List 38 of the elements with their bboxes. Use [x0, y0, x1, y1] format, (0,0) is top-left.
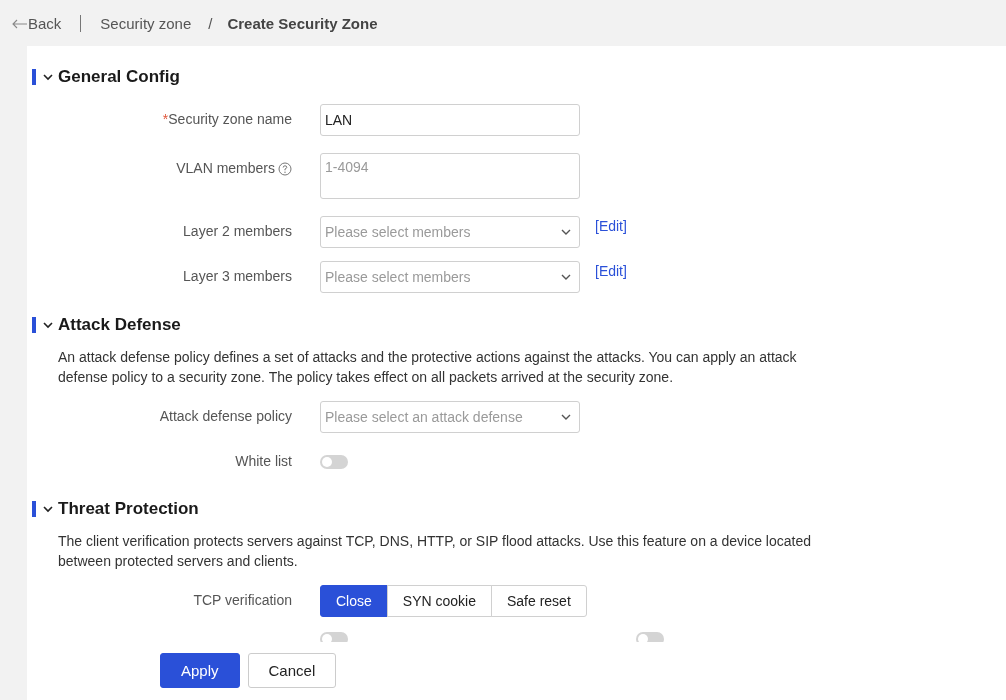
toggle-switch[interactable] — [320, 632, 348, 642]
chevron-icon[interactable] — [43, 505, 53, 513]
breadcrumb-link[interactable]: Security zone — [100, 15, 192, 32]
field-label: TCP verification — [193, 591, 292, 610]
text-area[interactable]: 1-4094 — [320, 153, 580, 199]
segment-tab[interactable]: Safe reset — [490, 585, 587, 617]
text-field[interactable]: LAN — [320, 104, 580, 136]
chevron-down-icon — [561, 414, 571, 420]
toggle-switch[interactable] — [636, 632, 664, 642]
breadcrumb-separator: / — [208, 15, 213, 32]
chevron-down-icon — [561, 274, 571, 280]
edit-link[interactable]: [Edit] — [595, 261, 1006, 281]
section-title: Threat Protection — [58, 499, 199, 519]
edit-link[interactable]: [Edit] — [595, 216, 1006, 236]
section-description: An attack defense policy defines a set of attacks and the protective actions against the attacks. You can apply an attack defense policy to a security zone. The policy takes effect on all packets arrived at the security zone. — [58, 348, 798, 387]
back-link[interactable]: Back — [12, 15, 62, 32]
section-description: The client verification protects servers against TCP, DNS, HTTP, or SIP flood attacks. Use this feature on a device located between protected servers and clients. — [58, 532, 812, 571]
section-marker — [32, 317, 36, 333]
field-label: Layer 3 members — [183, 267, 292, 286]
field-label: Attack defense policy — [159, 407, 292, 426]
section-marker — [32, 69, 36, 85]
chevron-icon[interactable] — [43, 73, 53, 81]
toggle-switch[interactable] — [320, 454, 348, 469]
apply-button[interactable]: Apply — [160, 653, 240, 688]
section-marker — [32, 501, 36, 517]
segment-tab[interactable]: SYN cookie — [386, 585, 492, 617]
cancel-button[interactable]: Cancel — [247, 653, 337, 688]
field-label: Layer 2 members — [183, 222, 292, 241]
chevron-down-icon — [561, 229, 571, 235]
segment-tab[interactable]: Close — [320, 585, 388, 617]
back-arrow-icon — [12, 18, 28, 29]
field-label: VLAN members — [176, 159, 275, 178]
chevron-icon[interactable] — [43, 321, 53, 329]
page-title: Create Security Zone — [227, 15, 378, 32]
field-label: White list — [235, 452, 292, 471]
section-title: General Config — [58, 67, 180, 87]
section-title: Attack Defense — [58, 315, 181, 335]
field-label: *Security zone name — [162, 110, 292, 129]
